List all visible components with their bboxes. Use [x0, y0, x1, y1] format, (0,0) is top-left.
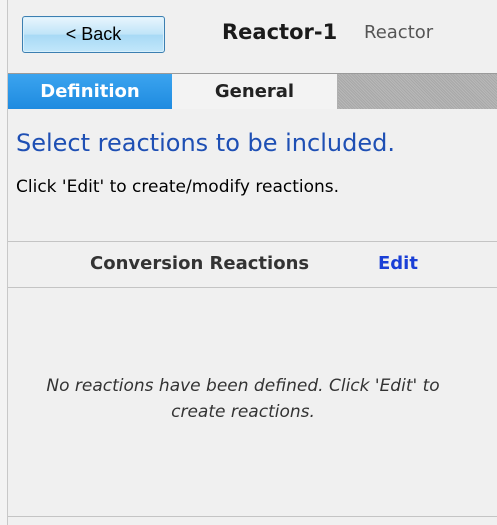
- edit-reactions-link[interactable]: Edit: [378, 253, 418, 274]
- section-title: Conversion Reactions: [90, 253, 310, 274]
- back-button[interactable]: < Back: [22, 16, 165, 53]
- instructions-subtitle: Click 'Edit' to create/modify reactions.: [16, 177, 340, 197]
- unit-name: Reactor-1: [222, 20, 338, 44]
- tab-definition[interactable]: Definition: [8, 74, 172, 109]
- conversion-reactions-header: Conversion Reactions Edit: [8, 242, 497, 288]
- instructions-section: Select reactions to be included. Click '…: [8, 109, 497, 242]
- panel-left-border: [0, 0, 8, 525]
- divider: [8, 516, 497, 517]
- unit-type: Reactor: [364, 22, 434, 43]
- empty-state-message: No reactions have been defined. Click 'E…: [46, 376, 440, 422]
- reactor-properties-panel: < Back Reactor-1 Reactor Definition Gene…: [0, 0, 497, 525]
- instructions-title: Select reactions to be included.: [16, 129, 395, 157]
- reactions-list: No reactions have been defined. Click 'E…: [8, 288, 497, 510]
- tab-general[interactable]: General: [172, 74, 338, 109]
- tab-bar: Definition General: [8, 73, 497, 109]
